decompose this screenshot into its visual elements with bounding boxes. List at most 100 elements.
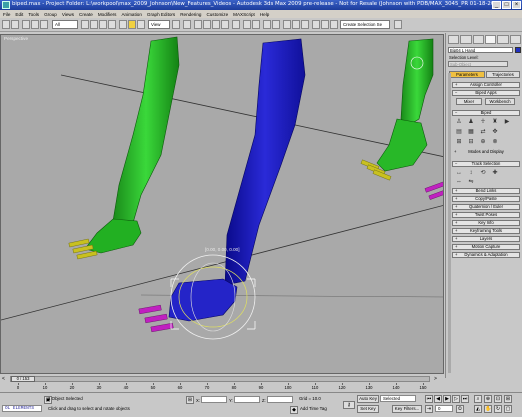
figure-mode-icon[interactable]: ♙ [456, 119, 462, 125]
viewport-label[interactable]: Perspective [4, 36, 28, 41]
slider-prev-icon[interactable]: < [2, 376, 5, 382]
pan-icon[interactable]: ✋ [484, 405, 492, 413]
rollout-biped[interactable]: − Biped [452, 110, 520, 116]
utilities-tab-icon[interactable] [509, 35, 521, 44]
motion-flow-icon[interactable]: ☥ [480, 119, 486, 125]
track-bar[interactable]: 0 10 20 30 40 50 60 70 80 90 100 110 120… [0, 383, 444, 392]
z-coordinate-field[interactable] [267, 396, 293, 403]
redo-icon[interactable] [11, 20, 19, 29]
menu-modifiers[interactable]: Modifiers [98, 12, 117, 17]
selection-filter-dropdown[interactable]: All [52, 20, 78, 29]
motion-tab-icon[interactable] [484, 35, 497, 44]
slider-next-icon[interactable]: > [434, 376, 437, 382]
absolute-mode-icon[interactable]: ⊞ [186, 396, 194, 404]
rollout-bend-links[interactable]: + Bend Links [452, 188, 520, 194]
perspective-viewport[interactable]: [0.00, 0.00, 0.00] Perspective [0, 34, 444, 374]
move-all-mode-icon[interactable]: ✥ [492, 129, 498, 135]
footstep-mode-icon[interactable]: ♟ [468, 119, 474, 125]
save-bip-icon[interactable]: ⊟ [468, 139, 474, 145]
previous-frame-icon[interactable]: ◀ [434, 395, 442, 403]
time-slider-thumb[interactable]: 0 / 153 [11, 376, 35, 382]
convert-icon[interactable]: ⇄ [480, 129, 486, 135]
named-selection-dropdown[interactable]: Create Selection Se [340, 20, 390, 29]
rollout-assign-controller[interactable]: + Assign Controller [452, 82, 520, 88]
maximize-viewport-icon[interactable]: ▢ [504, 405, 512, 413]
trajectories-button[interactable]: Trajectories [486, 71, 520, 78]
material-editor-icon[interactable] [301, 20, 309, 29]
rollout-layers[interactable]: + Layers [452, 236, 520, 242]
time-slider[interactable]: 0 / 153 < > [0, 375, 444, 383]
spinner-snap-icon[interactable] [221, 20, 229, 29]
create-tab-icon[interactable] [448, 35, 460, 44]
y-coordinate-field[interactable] [234, 396, 260, 403]
rollout-twist-poses[interactable]: + Twist Poses [452, 212, 520, 218]
menu-graph-editors[interactable]: Graph Editors [147, 12, 175, 17]
maximize-button[interactable]: □ [502, 1, 511, 9]
green-left-leg[interactable] [68, 36, 180, 260]
sub-object-dropdown[interactable]: Sub-Object [448, 61, 508, 67]
menu-animation[interactable]: Animation [121, 12, 141, 17]
select-move-icon[interactable] [119, 20, 127, 29]
menu-file[interactable]: File [3, 12, 10, 17]
select-rotate-icon[interactable] [128, 20, 136, 29]
command-panel-scrollbar[interactable] [448, 73, 451, 373]
select-object-icon[interactable] [81, 20, 89, 29]
render-production-icon[interactable] [330, 20, 338, 29]
menu-views[interactable]: Views [62, 12, 74, 17]
load-mcap-icon[interactable]: ⊕ [480, 139, 486, 145]
time-configuration-icon[interactable]: ⏲ [456, 405, 464, 413]
window-crossing-icon[interactable] [108, 20, 116, 29]
menu-rendering[interactable]: Rendering [180, 12, 201, 17]
edit-named-selection-icon[interactable] [232, 20, 240, 29]
link-icon[interactable] [22, 20, 30, 29]
hierarchy-tab-icon[interactable] [472, 35, 484, 44]
app-icon[interactable] [2, 1, 10, 9]
orbit-icon[interactable]: ↻ [494, 405, 502, 413]
go-to-start-icon[interactable]: ⏮ [425, 395, 433, 403]
align-icon[interactable] [252, 20, 260, 29]
menu-maxscript[interactable]: MAXScript [233, 12, 255, 17]
field-of-view-icon[interactable]: ◭ [474, 405, 482, 413]
rollout-key-info[interactable]: + Key Info [452, 220, 520, 226]
layer-manager-icon[interactable] [263, 20, 271, 29]
load-file-icon[interactable]: ▤ [456, 129, 462, 135]
set-key-button[interactable]: Set Key [357, 405, 379, 413]
mirror-icon[interactable] [243, 20, 251, 29]
opposite-icon[interactable]: ⇋ [468, 179, 474, 185]
auto-key-button[interactable]: Auto Key [357, 395, 379, 403]
undo-icon[interactable] [2, 20, 10, 29]
menu-edit[interactable]: Edit [15, 12, 23, 17]
menu-group[interactable]: Group [44, 12, 57, 17]
mixer-mode-icon[interactable]: ♜ [492, 119, 498, 125]
load-bip-icon[interactable]: ⊞ [456, 139, 462, 145]
symmetrical-icon[interactable]: ⇔ [456, 179, 462, 185]
menu-create[interactable]: Create [79, 12, 93, 17]
current-frame-field[interactable]: 0 [435, 405, 453, 412]
lock-cog-icon[interactable]: ✚ [492, 170, 498, 176]
select-manipulate-icon[interactable] [183, 20, 191, 29]
body-vertical-icon[interactable]: ↕ [468, 170, 474, 176]
pivot-center-icon[interactable] [172, 20, 180, 29]
save-mcap-icon[interactable]: ⊗ [492, 139, 498, 145]
snaps-toggle-icon[interactable] [194, 20, 202, 29]
key-icon[interactable]: ⚷ [343, 401, 355, 409]
body-rotation-icon[interactable]: ⟲ [480, 170, 486, 176]
play-icon[interactable]: ▶ [443, 395, 451, 403]
zoom-extents-all-icon[interactable]: ⊞ [504, 395, 512, 403]
rollout-track-selection[interactable]: − Track Selection [452, 161, 520, 167]
rollout-dynamics-adaptation[interactable]: + Dynamics & Adaptation [452, 252, 520, 258]
time-slider-track[interactable] [10, 376, 430, 382]
rollout-motion-capture[interactable]: + Motion Capture [452, 244, 520, 250]
rollout-biped-apps[interactable]: − Biped Apps [452, 90, 520, 96]
bind-space-warp-icon[interactable] [40, 20, 48, 29]
rendered-frame-icon[interactable] [321, 20, 329, 29]
reference-coord-dropdown[interactable]: View [148, 20, 170, 29]
percent-snap-icon[interactable] [212, 20, 220, 29]
workbench-button[interactable]: Workbench [485, 98, 515, 105]
schematic-view-icon[interactable] [292, 20, 300, 29]
key-mode-dropdown[interactable]: Selected [380, 395, 416, 402]
zoom-extents-icon[interactable]: ⊡ [494, 395, 502, 403]
rollout-quaternion-euler[interactable]: + Quaternion / Euler [452, 204, 520, 210]
body-horizontal-icon[interactable]: ↔ [456, 170, 462, 176]
next-frame-icon[interactable]: ▷ [452, 395, 460, 403]
